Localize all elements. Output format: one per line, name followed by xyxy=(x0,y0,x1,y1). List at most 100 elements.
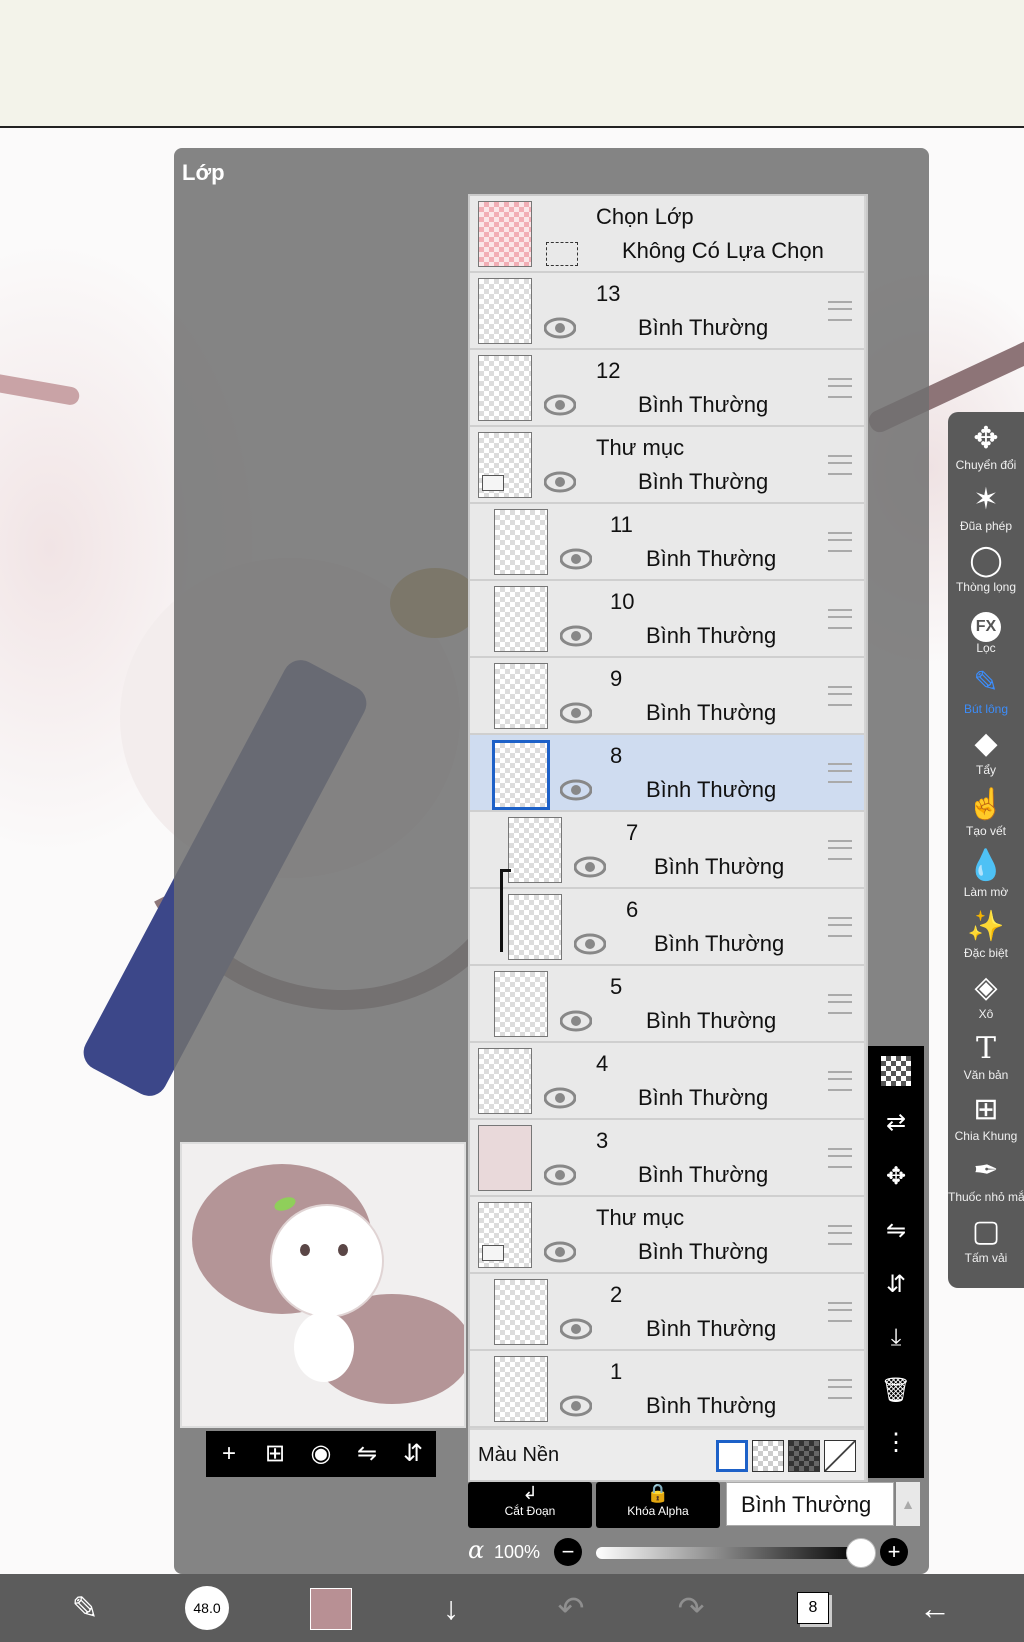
clipping-icon: ↲ xyxy=(522,1483,538,1503)
eye-icon[interactable] xyxy=(560,548,592,570)
tool-smudge[interactable]: ☝ Tạo vết xyxy=(948,786,1024,838)
eye-icon[interactable] xyxy=(560,1395,592,1417)
folder-row[interactable]: Thư mục Bình Thường xyxy=(470,1197,864,1274)
transfer-layer-icon[interactable]: ⇄ xyxy=(868,1108,924,1137)
camera-icon[interactable]: ◉ xyxy=(303,1434,339,1474)
add-layer-icon[interactable]: + xyxy=(211,1434,247,1474)
drag-handle-icon[interactable] xyxy=(828,994,852,1014)
color-button[interactable] xyxy=(306,1584,356,1632)
clipping-button[interactable]: ↲ Cắt Đoạn xyxy=(468,1482,592,1528)
eye-icon[interactable] xyxy=(560,1010,592,1032)
layer-row[interactable]: 4 Bình Thường xyxy=(470,1043,864,1120)
more-options-icon[interactable]: ⋮ xyxy=(868,1428,924,1457)
drag-handle-icon[interactable] xyxy=(828,1148,852,1168)
tool-special[interactable]: ✨ Đặc biệt xyxy=(948,908,1024,960)
bg-none-swatch[interactable] xyxy=(824,1440,856,1472)
tool-blur[interactable]: 💧 Làm mờ xyxy=(948,847,1024,899)
flip-layer-vertical-icon[interactable]: ⇵ xyxy=(868,1270,924,1299)
bg-transparent-swatch[interactable] xyxy=(752,1440,784,1472)
brush-size-button[interactable]: 48.0 xyxy=(182,1584,232,1632)
drag-handle-icon[interactable] xyxy=(828,686,852,706)
alpha-lock-button[interactable]: 🔒 Khóa Alpha xyxy=(596,1482,720,1528)
tool-eraser[interactable]: ◆ Tẩy xyxy=(948,725,1024,777)
tool-brush[interactable]: ✎ Bút lông xyxy=(948,664,1024,716)
eye-icon[interactable] xyxy=(574,856,606,878)
layer-row[interactable]: 3 Bình Thường xyxy=(470,1120,864,1197)
quick-tool-icon[interactable]: ✎ xyxy=(60,1584,110,1632)
move-icon[interactable]: ✥ xyxy=(868,1162,924,1191)
drag-handle-icon[interactable] xyxy=(828,609,852,629)
tool-label: Tấm vải xyxy=(964,1251,1008,1265)
checker-icon[interactable] xyxy=(881,1056,911,1086)
layer-row[interactable]: 6 Bình Thường xyxy=(470,869,864,966)
eye-icon[interactable] xyxy=(560,779,592,801)
layer-row[interactable]: 10 Bình Thường xyxy=(470,581,864,658)
opacity-increase-button[interactable]: + xyxy=(880,1538,908,1566)
drag-handle-icon[interactable] xyxy=(828,455,852,475)
flip-vertical-icon[interactable]: ⇵ xyxy=(395,1434,431,1474)
layer-row[interactable]: 9 Bình Thường xyxy=(470,658,864,735)
redo-icon[interactable]: ↷ xyxy=(666,1584,716,1632)
drag-handle-icon[interactable] xyxy=(828,763,852,783)
tool-text[interactable]: T Văn bản xyxy=(948,1030,1024,1082)
drag-handle-icon[interactable] xyxy=(828,301,852,321)
arrow-down-icon[interactable]: ↓ xyxy=(426,1584,476,1632)
blend-mode-select[interactable]: Bình Thường xyxy=(726,1482,894,1526)
bg-dark-swatch[interactable] xyxy=(788,1440,820,1472)
eye-icon[interactable] xyxy=(544,317,576,339)
layer-row[interactable]: 2 Bình Thường xyxy=(470,1274,864,1351)
tool-label: Đặc biệt xyxy=(963,946,1009,960)
layer-row[interactable]: 7 Bình Thường xyxy=(470,812,864,889)
undo-icon[interactable]: ↶ xyxy=(546,1584,596,1632)
eye-icon[interactable] xyxy=(544,1241,576,1263)
eye-icon[interactable] xyxy=(544,471,576,493)
canvas-preview[interactable] xyxy=(180,1142,466,1428)
tool-label: Lọc xyxy=(976,641,996,655)
opacity-slider-knob[interactable] xyxy=(846,1538,876,1568)
add-image-layer-icon[interactable]: ⊞ xyxy=(257,1434,293,1474)
eye-icon[interactable] xyxy=(574,933,606,955)
eye-icon[interactable] xyxy=(560,625,592,647)
layer-row[interactable]: 11 Bình Thường xyxy=(470,504,864,581)
drag-handle-icon[interactable] xyxy=(828,917,852,937)
drag-handle-icon[interactable] xyxy=(828,1225,852,1245)
tool-frame-divider[interactable]: ⊞ Chia Khung xyxy=(948,1091,1024,1143)
drag-handle-icon[interactable] xyxy=(828,532,852,552)
flip-layer-horizontal-icon[interactable]: ⇋ xyxy=(868,1216,924,1245)
tool-label: Tẩy xyxy=(975,763,996,777)
tool-eyedropper[interactable]: ✒ Thuốc nhỏ mắt xyxy=(948,1152,1024,1204)
chevron-up-icon[interactable]: ▲ xyxy=(896,1482,920,1526)
tool-transform[interactable]: ✥ Chuyển đổi xyxy=(948,420,1024,472)
eye-icon[interactable] xyxy=(560,702,592,724)
layer-row[interactable]: 5 Bình Thường xyxy=(470,966,864,1043)
drag-handle-icon[interactable] xyxy=(828,840,852,860)
flip-horizontal-icon[interactable]: ⇋ xyxy=(349,1434,385,1474)
layer-row-selected[interactable]: 8 Bình Thường xyxy=(470,735,864,812)
tool-lasso[interactable]: ◯ Thòng lọng xyxy=(948,542,1024,594)
opacity-decrease-button[interactable]: − xyxy=(554,1538,582,1566)
merge-down-icon[interactable]: ⤓ xyxy=(868,1324,924,1352)
layer-row[interactable]: 13 Bình Thường xyxy=(470,273,864,350)
tool-canvas[interactable]: ▢ Tấm vải xyxy=(948,1213,1024,1265)
selection-layer-row[interactable]: Chọn Lớp Không Có Lựa Chọn xyxy=(470,196,864,273)
layer-row[interactable]: 1 Bình Thường xyxy=(470,1351,864,1428)
layers-button[interactable]: 8 xyxy=(788,1584,838,1632)
folder-row[interactable]: Thư mục Bình Thường xyxy=(470,427,864,504)
layers-count: 8 xyxy=(797,1592,829,1624)
eye-icon[interactable] xyxy=(544,394,576,416)
trash-icon[interactable]: 🗑 xyxy=(868,1376,924,1405)
tool-magic-wand[interactable]: ✶ Đũa phép xyxy=(948,481,1024,533)
back-arrow-icon[interactable]: ← xyxy=(910,1584,960,1632)
eye-icon[interactable] xyxy=(560,1318,592,1340)
eye-icon[interactable] xyxy=(544,1164,576,1186)
opacity-slider[interactable] xyxy=(596,1538,876,1568)
eye-icon[interactable] xyxy=(544,1087,576,1109)
layer-row[interactable]: 12 Bình Thường xyxy=(470,350,864,427)
tool-bucket[interactable]: ◈ Xô xyxy=(948,969,1024,1021)
drag-handle-icon[interactable] xyxy=(828,378,852,398)
drag-handle-icon[interactable] xyxy=(828,1302,852,1322)
bg-white-swatch[interactable] xyxy=(716,1440,748,1472)
tool-filter[interactable]: FX Lọc xyxy=(948,603,1024,655)
drag-handle-icon[interactable] xyxy=(828,1379,852,1399)
drag-handle-icon[interactable] xyxy=(828,1071,852,1091)
